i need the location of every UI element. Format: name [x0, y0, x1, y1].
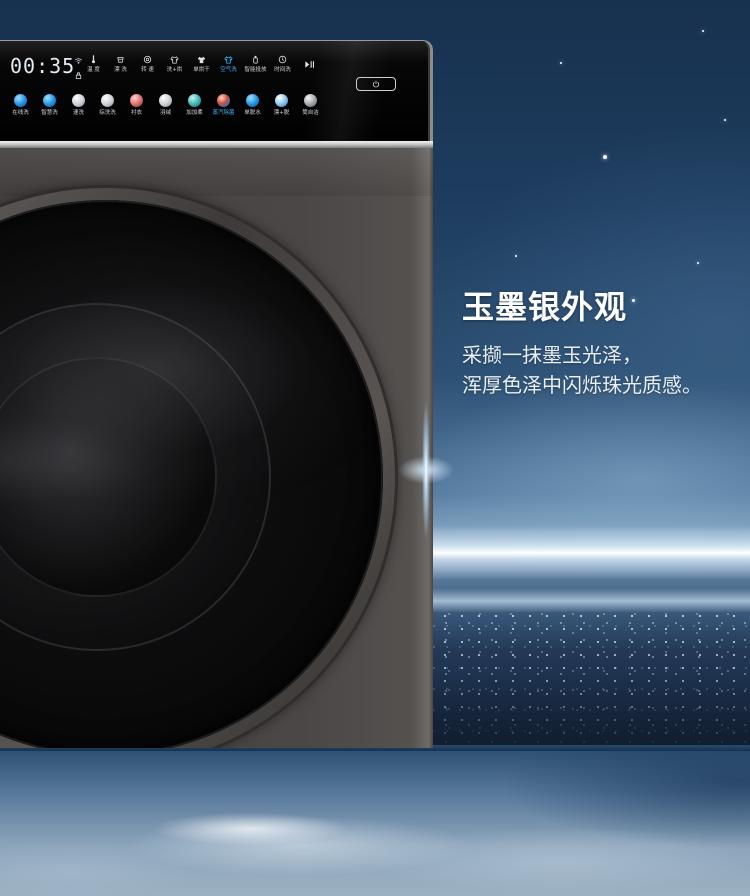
program-label: 智慧洗 — [41, 110, 58, 116]
control-panel: 00:35 温 度 漂 洗 转 速 洗+烘 单烘干 空气洗 智能投放 时间洗 在… — [0, 40, 433, 141]
star — [560, 62, 562, 64]
cloud-sky-background — [0, 751, 750, 896]
smart-wash-icon — [43, 94, 56, 107]
light-flare — [396, 395, 456, 545]
softener-icon — [188, 94, 201, 107]
star — [702, 30, 704, 32]
play-pause-icon — [305, 61, 315, 68]
key-label: 洗+烘 — [166, 67, 183, 73]
spin-speed-key: 转 速 — [134, 55, 161, 74]
program-online-wash: 在线洗 — [6, 94, 35, 117]
program-label: 筒自洁 — [302, 110, 319, 116]
program-shirt: 衬衣 — [122, 94, 151, 117]
program-down-jacket: 羽绒 — [151, 94, 180, 117]
program-quick-wash: 速洗 — [64, 94, 93, 117]
program-label: 综洗洗 — [99, 110, 116, 116]
spin-dry-icon — [246, 94, 259, 107]
function-keys: 温 度 漂 洗 转 速 洗+烘 单烘干 空气洗 智能投放 时间洗 — [80, 55, 323, 74]
timer-key: 时间洗 — [269, 55, 296, 74]
air-wash-icon — [224, 56, 233, 64]
chrome-trim — [0, 141, 433, 148]
light-streak-secondary — [420, 588, 750, 614]
door-glass — [0, 200, 383, 748]
program-drum-clean: 筒自洁 — [296, 94, 325, 117]
rinse-icon — [117, 57, 124, 63]
start-pause-key — [296, 55, 323, 74]
key-label: 空气洗 — [220, 67, 237, 73]
air-wash-key: 空气洗 — [215, 55, 242, 74]
program-label: 速洗 — [72, 110, 84, 116]
quick-wash-icon — [72, 94, 85, 107]
dry-only-key: 单烘干 — [188, 55, 215, 74]
star — [515, 255, 517, 257]
star — [724, 119, 726, 121]
program-rinse-spin: 漂+脱 — [267, 94, 296, 117]
washing-machine: 00:35 温 度 漂 洗 转 速 洗+烘 单烘干 空气洗 智能投放 时间洗 在… — [0, 40, 433, 748]
program-mixed-wash: 综洗洗 — [93, 94, 122, 117]
auto-dose-key: 智能投放 — [242, 55, 269, 74]
online-wash-icon — [14, 94, 27, 107]
program-label: 加加柔 — [186, 110, 203, 116]
feature-headline: 玉墨银外观 采撷一抹墨玉光泽， 浑厚色泽中闪烁珠光质感。 — [462, 288, 750, 400]
key-label: 温 度 — [87, 67, 100, 73]
key-label: 单烘干 — [193, 67, 210, 73]
body-top-shade — [0, 148, 433, 196]
shirt-icon — [130, 94, 143, 107]
key-label: 时间洗 — [274, 67, 291, 73]
thermometer-icon — [91, 55, 96, 64]
down-jacket-icon — [159, 94, 172, 107]
program-softener: 加加柔 — [180, 94, 209, 117]
machine-body — [0, 148, 433, 748]
key-label: 转 速 — [141, 67, 154, 73]
star — [697, 262, 699, 264]
glass-reflection — [0, 200, 383, 748]
drum-clean-icon — [304, 94, 317, 107]
timer-icon — [278, 55, 287, 64]
rinse-spin-icon — [275, 94, 288, 107]
program-keys: 在线洗 智慧洗 速洗 综洗洗 衬衣 羽绒 加加柔 蒸汽除菌 单脱水 漂+脱 筒自… — [6, 94, 325, 117]
star — [603, 155, 607, 159]
door-ring — [0, 188, 395, 748]
program-label: 衬衣 — [130, 110, 142, 116]
key-label: 智能投放 — [244, 67, 267, 73]
mixed-wash-icon — [101, 94, 114, 107]
headline-line: 采撷一抹墨玉光泽， — [462, 343, 642, 367]
program-spin-dry: 单脱水 — [238, 94, 267, 117]
time-display: 00:35 — [10, 54, 76, 78]
key-label: 漂 洗 — [114, 67, 127, 73]
power-icon — [372, 80, 380, 88]
program-label: 在线洗 — [12, 110, 29, 116]
headline-line: 浑厚色泽中闪烁珠光质感。 — [462, 373, 702, 397]
auto-dose-icon — [253, 55, 258, 64]
program-label: 单脱水 — [244, 110, 261, 116]
program-label: 漂+脱 — [273, 110, 290, 116]
program-label: 蒸汽除菌 — [212, 110, 235, 116]
power-button — [356, 77, 396, 91]
light-streak — [420, 526, 750, 580]
spin-icon — [143, 55, 152, 64]
program-smart-wash: 智慧洗 — [35, 94, 64, 117]
wash-dry-key: 洗+烘 — [161, 55, 188, 74]
product-banner: 00:35 温 度 漂 洗 转 速 洗+烘 单烘干 空气洗 智能投放 时间洗 在… — [0, 0, 750, 896]
wash-dry-icon — [170, 56, 179, 64]
steam-sterilize-icon — [217, 94, 230, 107]
rinse-key: 漂 洗 — [107, 55, 134, 74]
program-label: 羽绒 — [159, 110, 171, 116]
program-steam-sterilize: 蒸汽除菌 — [209, 94, 238, 117]
headline-title: 玉墨银外观 — [462, 288, 628, 326]
dry-icon — [197, 56, 206, 64]
temperature-key: 温 度 — [80, 55, 107, 74]
